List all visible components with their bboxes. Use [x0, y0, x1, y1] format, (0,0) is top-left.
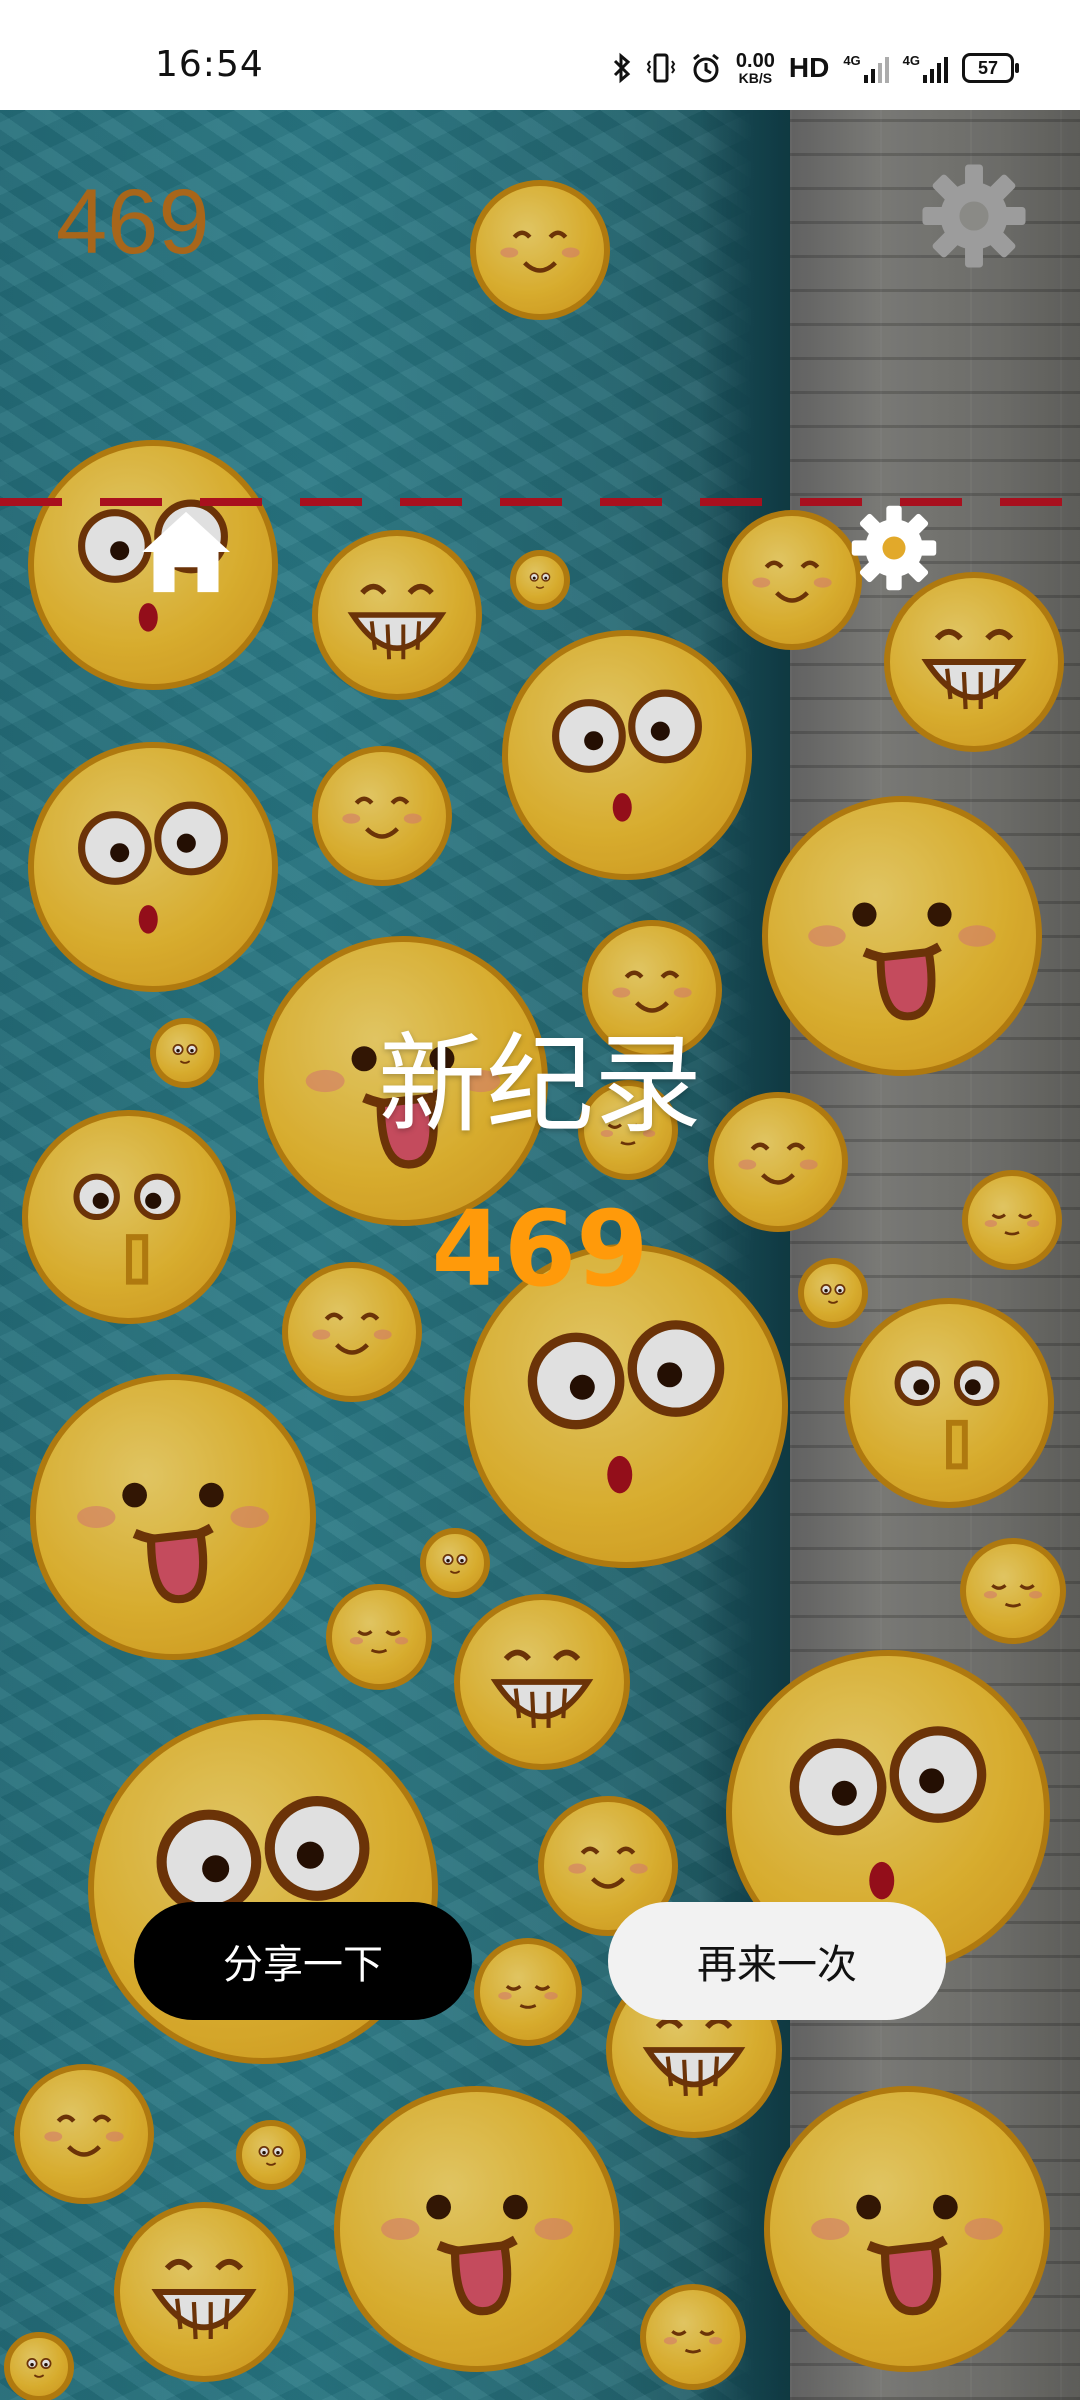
record-score: 469	[431, 1188, 649, 1310]
network-speed-unit: KB/S	[738, 70, 773, 86]
game-area[interactable]: 469 新纪录 469 分享一下 再来一次	[0, 110, 1080, 2400]
alarm-icon	[692, 53, 719, 83]
hd-label: HD	[788, 52, 830, 83]
retry-button[interactable]: 再来一次	[608, 1902, 946, 2020]
status-icons: 0.00 KB/S HD 4G 4G 57	[612, 46, 1019, 90]
signal-icon-1: 4G	[843, 53, 889, 83]
network-speed: 0.00 KB/S	[736, 51, 775, 85]
signal-label-2: 4G	[902, 53, 920, 68]
battery-level: 57	[977, 57, 999, 78]
vibrate-icon	[646, 53, 676, 83]
battery-icon: 57	[962, 53, 1019, 83]
signal-label-1: 4G	[843, 53, 861, 68]
bluetooth-icon	[613, 52, 631, 84]
network-speed-value: 0.00	[735, 50, 775, 72]
status-bar: 16:54 0.00 KB/S HD 4G 4G 57	[0, 0, 1080, 110]
signal-icon-2: 4G	[903, 53, 948, 83]
new-record-title: 新纪录	[377, 1023, 702, 1148]
settings-gear-icon[interactable]	[918, 160, 1030, 272]
gear-icon[interactable]	[846, 500, 942, 596]
home-icon[interactable]	[138, 508, 234, 596]
share-button[interactable]: 分享一下	[134, 1902, 472, 2020]
status-time: 16:54	[155, 44, 264, 85]
current-score: 469	[56, 171, 210, 273]
game-screen: 16:54 0.00 KB/S HD 4G 4G 57 469 新纪录 469 …	[0, 0, 1080, 2400]
